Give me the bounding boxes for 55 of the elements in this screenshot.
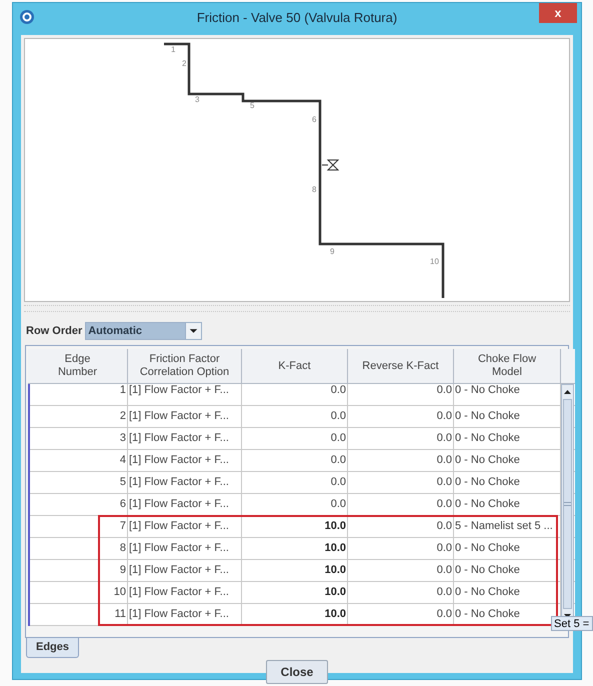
table-cell: 0.0 xyxy=(348,384,454,405)
table-cell: [1] Flow Factor + F... xyxy=(128,494,242,515)
row-order-label: Row Order xyxy=(26,324,82,339)
table-cell: 3 xyxy=(30,428,128,449)
table-cell: 10.0 xyxy=(242,560,348,581)
table-cell: 8 xyxy=(30,538,128,559)
table-cell: 5 xyxy=(30,472,128,493)
table-cell: 0.0 xyxy=(348,516,454,537)
table-cell: 0.0 xyxy=(242,428,348,449)
table-cell: 0.0 xyxy=(242,472,348,493)
node-label: 10 xyxy=(430,257,439,266)
table-cell: [1] Flow Factor + F... xyxy=(128,582,242,603)
table-cell: 1 xyxy=(30,384,128,405)
node-label: 5 xyxy=(250,101,254,110)
table-cell: 0.0 xyxy=(348,494,454,515)
table-cell: 0.0 xyxy=(242,406,348,427)
table-cell: [1] Flow Factor + F... xyxy=(128,450,242,471)
table-cell: 0.0 xyxy=(348,428,454,449)
table-cell: 0.0 xyxy=(348,538,454,559)
table-cell: [1] Flow Factor + F... xyxy=(128,472,242,493)
table-cell: 0.0 xyxy=(348,582,454,603)
node-label: 9 xyxy=(330,247,334,256)
table-cell: [1] Flow Factor + F... xyxy=(128,604,242,625)
node-label: 3 xyxy=(195,95,200,104)
table-cell: [1] Flow Factor + F... xyxy=(128,406,242,427)
table-cell: 0.0 xyxy=(348,406,454,427)
table-cell: 2 xyxy=(30,406,128,427)
node-label: 8 xyxy=(312,185,316,194)
table-cell: 0.0 xyxy=(348,604,454,625)
table-cell: 10.0 xyxy=(242,516,348,537)
table-cell: [1] Flow Factor + F... xyxy=(128,516,242,537)
node-label: 6 xyxy=(312,115,316,124)
table-cell: 11 xyxy=(30,604,128,625)
table-cell: 10.0 xyxy=(242,604,348,625)
table-cell: 0.0 xyxy=(242,384,348,405)
node-label: 2 xyxy=(182,59,186,68)
window-title: Friction - Valve 50 (Valvula Rotura) xyxy=(196,9,398,28)
table-cell: 0.0 xyxy=(348,472,454,493)
table-cell: 9 xyxy=(30,560,128,581)
table-cell: 10.0 xyxy=(242,538,348,559)
table-cell: 0.0 xyxy=(348,560,454,581)
table-cell: 0.0 xyxy=(242,494,348,515)
table-cell: 0.0 xyxy=(348,450,454,471)
table-cell: [1] Flow Factor + F... xyxy=(128,428,242,449)
table-cell: 0.0 xyxy=(242,450,348,471)
table-cell: 10 xyxy=(30,582,128,603)
node-label: 1 xyxy=(171,45,176,54)
table-cell: 10.0 xyxy=(242,582,348,603)
table-cell: 7 xyxy=(30,516,128,537)
table-cell: [1] Flow Factor + F... xyxy=(128,538,242,559)
table-cell: [1] Flow Factor + F... xyxy=(128,384,242,405)
table-cell: 4 xyxy=(30,450,128,471)
table-cell: 6 xyxy=(30,494,128,515)
table-cell: [1] Flow Factor + F... xyxy=(128,560,242,581)
tooltip: Set 5 = xyxy=(551,616,593,631)
